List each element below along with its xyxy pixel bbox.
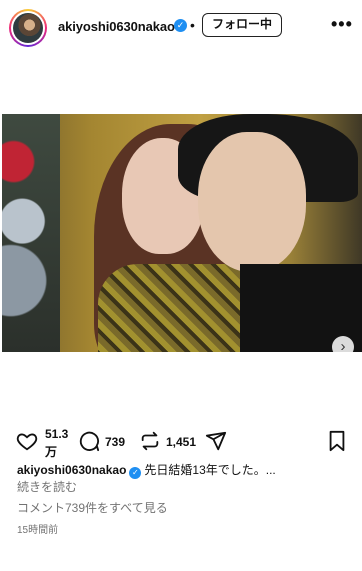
following-button[interactable]: フォロー中	[202, 13, 282, 37]
verified-badge-icon: ✓	[129, 467, 142, 479]
flower-bouquet	[2, 114, 60, 352]
like-count-unit[interactable]: 万	[45, 443, 57, 460]
username[interactable]: akiyoshi0630nakao	[58, 19, 175, 34]
view-all-comments-link[interactable]: コメント739件をすべて見る	[17, 499, 168, 516]
repost-icon[interactable]	[139, 430, 161, 457]
action-bar: 51.3 万 739 1,451	[0, 422, 362, 462]
heart-icon[interactable]	[16, 430, 38, 457]
comment-count[interactable]: 739	[105, 435, 125, 449]
photo-subject-2-face	[198, 132, 306, 272]
post-photo[interactable]: ›	[2, 114, 362, 352]
post-header: akiyoshi0630nakao ✓ • フォロー中 •••	[0, 0, 362, 56]
avatar-border	[11, 11, 45, 45]
post-timestamp: 15時間前	[17, 525, 59, 536]
send-icon[interactable]	[205, 430, 227, 457]
more-options-icon[interactable]: •••	[331, 14, 353, 35]
bookmark-icon[interactable]	[327, 430, 347, 457]
caption-text: 先日結婚13年でした。...	[144, 463, 276, 477]
caption-username[interactable]: akiyoshi0630nakao	[17, 463, 126, 477]
like-count-value[interactable]: 51.3	[45, 427, 68, 441]
verified-badge-icon: ✓	[174, 19, 187, 32]
avatar[interactable]	[9, 9, 47, 47]
avatar-image	[13, 13, 43, 43]
comment-bubble-icon[interactable]	[78, 430, 100, 457]
separator-dot: •	[190, 17, 195, 33]
repost-count[interactable]: 1,451	[166, 435, 196, 449]
read-more-link[interactable]: 続きを読む	[17, 478, 77, 495]
carousel-next-button[interactable]: ›	[332, 336, 354, 352]
caption: akiyoshi0630nakao ✓ 先日結婚13年でした。...	[17, 461, 276, 479]
